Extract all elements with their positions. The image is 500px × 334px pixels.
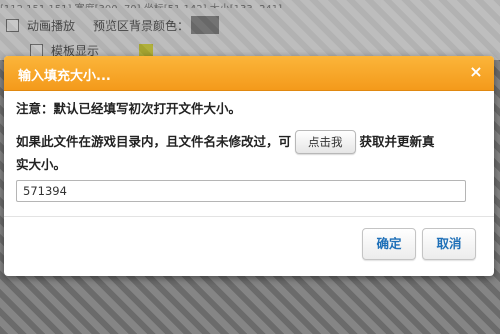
- description-line: 如果此文件在游戏目录内，且文件名未修改过，可 点击我 获取并更新真: [16, 130, 486, 154]
- notice-text: 注意：默认已经填写初次打开文件大小。: [16, 101, 242, 116]
- preview-bg-label: 预览区背景颜色：: [93, 18, 190, 33]
- background-toolbar: 动画播放 预览区背景颜色：: [6, 16, 220, 34]
- dialog-body: 注意：默认已经填写初次打开文件大小。 如果此文件在游戏目录内，且文件名未修改过，…: [16, 100, 486, 202]
- size-input[interactable]: [16, 180, 466, 202]
- description-tail: 实大小。: [16, 157, 67, 172]
- cancel-button[interactable]: 取消: [422, 228, 476, 260]
- background-status-text: [112,151,151] 宽度[300, 70] 坐标[51,142] 大小[…: [0, 0, 500, 8]
- preview-bg-color-swatch[interactable]: [191, 16, 220, 34]
- footer-divider: [4, 216, 494, 217]
- click-me-button[interactable]: 点击我: [295, 130, 356, 154]
- fill-size-dialog: 输入填充大小... × 注意：默认已经填写初次打开文件大小。 如果此文件在游戏目…: [4, 56, 494, 276]
- ok-button[interactable]: 确定: [362, 228, 416, 260]
- background-app: [112,151,151] 宽度[300, 70] 坐标[51,142] 大小[…: [0, 0, 500, 60]
- dialog-header: 输入填充大小... ×: [4, 56, 494, 91]
- animate-label: 动画播放: [27, 18, 76, 33]
- dialog-title: 输入填充大小...: [18, 69, 111, 84]
- close-icon[interactable]: ×: [468, 64, 484, 80]
- description-text-after: 获取并更新真: [359, 134, 435, 149]
- animate-checkbox[interactable]: [6, 18, 19, 32]
- description-text-before: 如果此文件在游戏目录内，且文件名未修改过，可: [16, 134, 292, 149]
